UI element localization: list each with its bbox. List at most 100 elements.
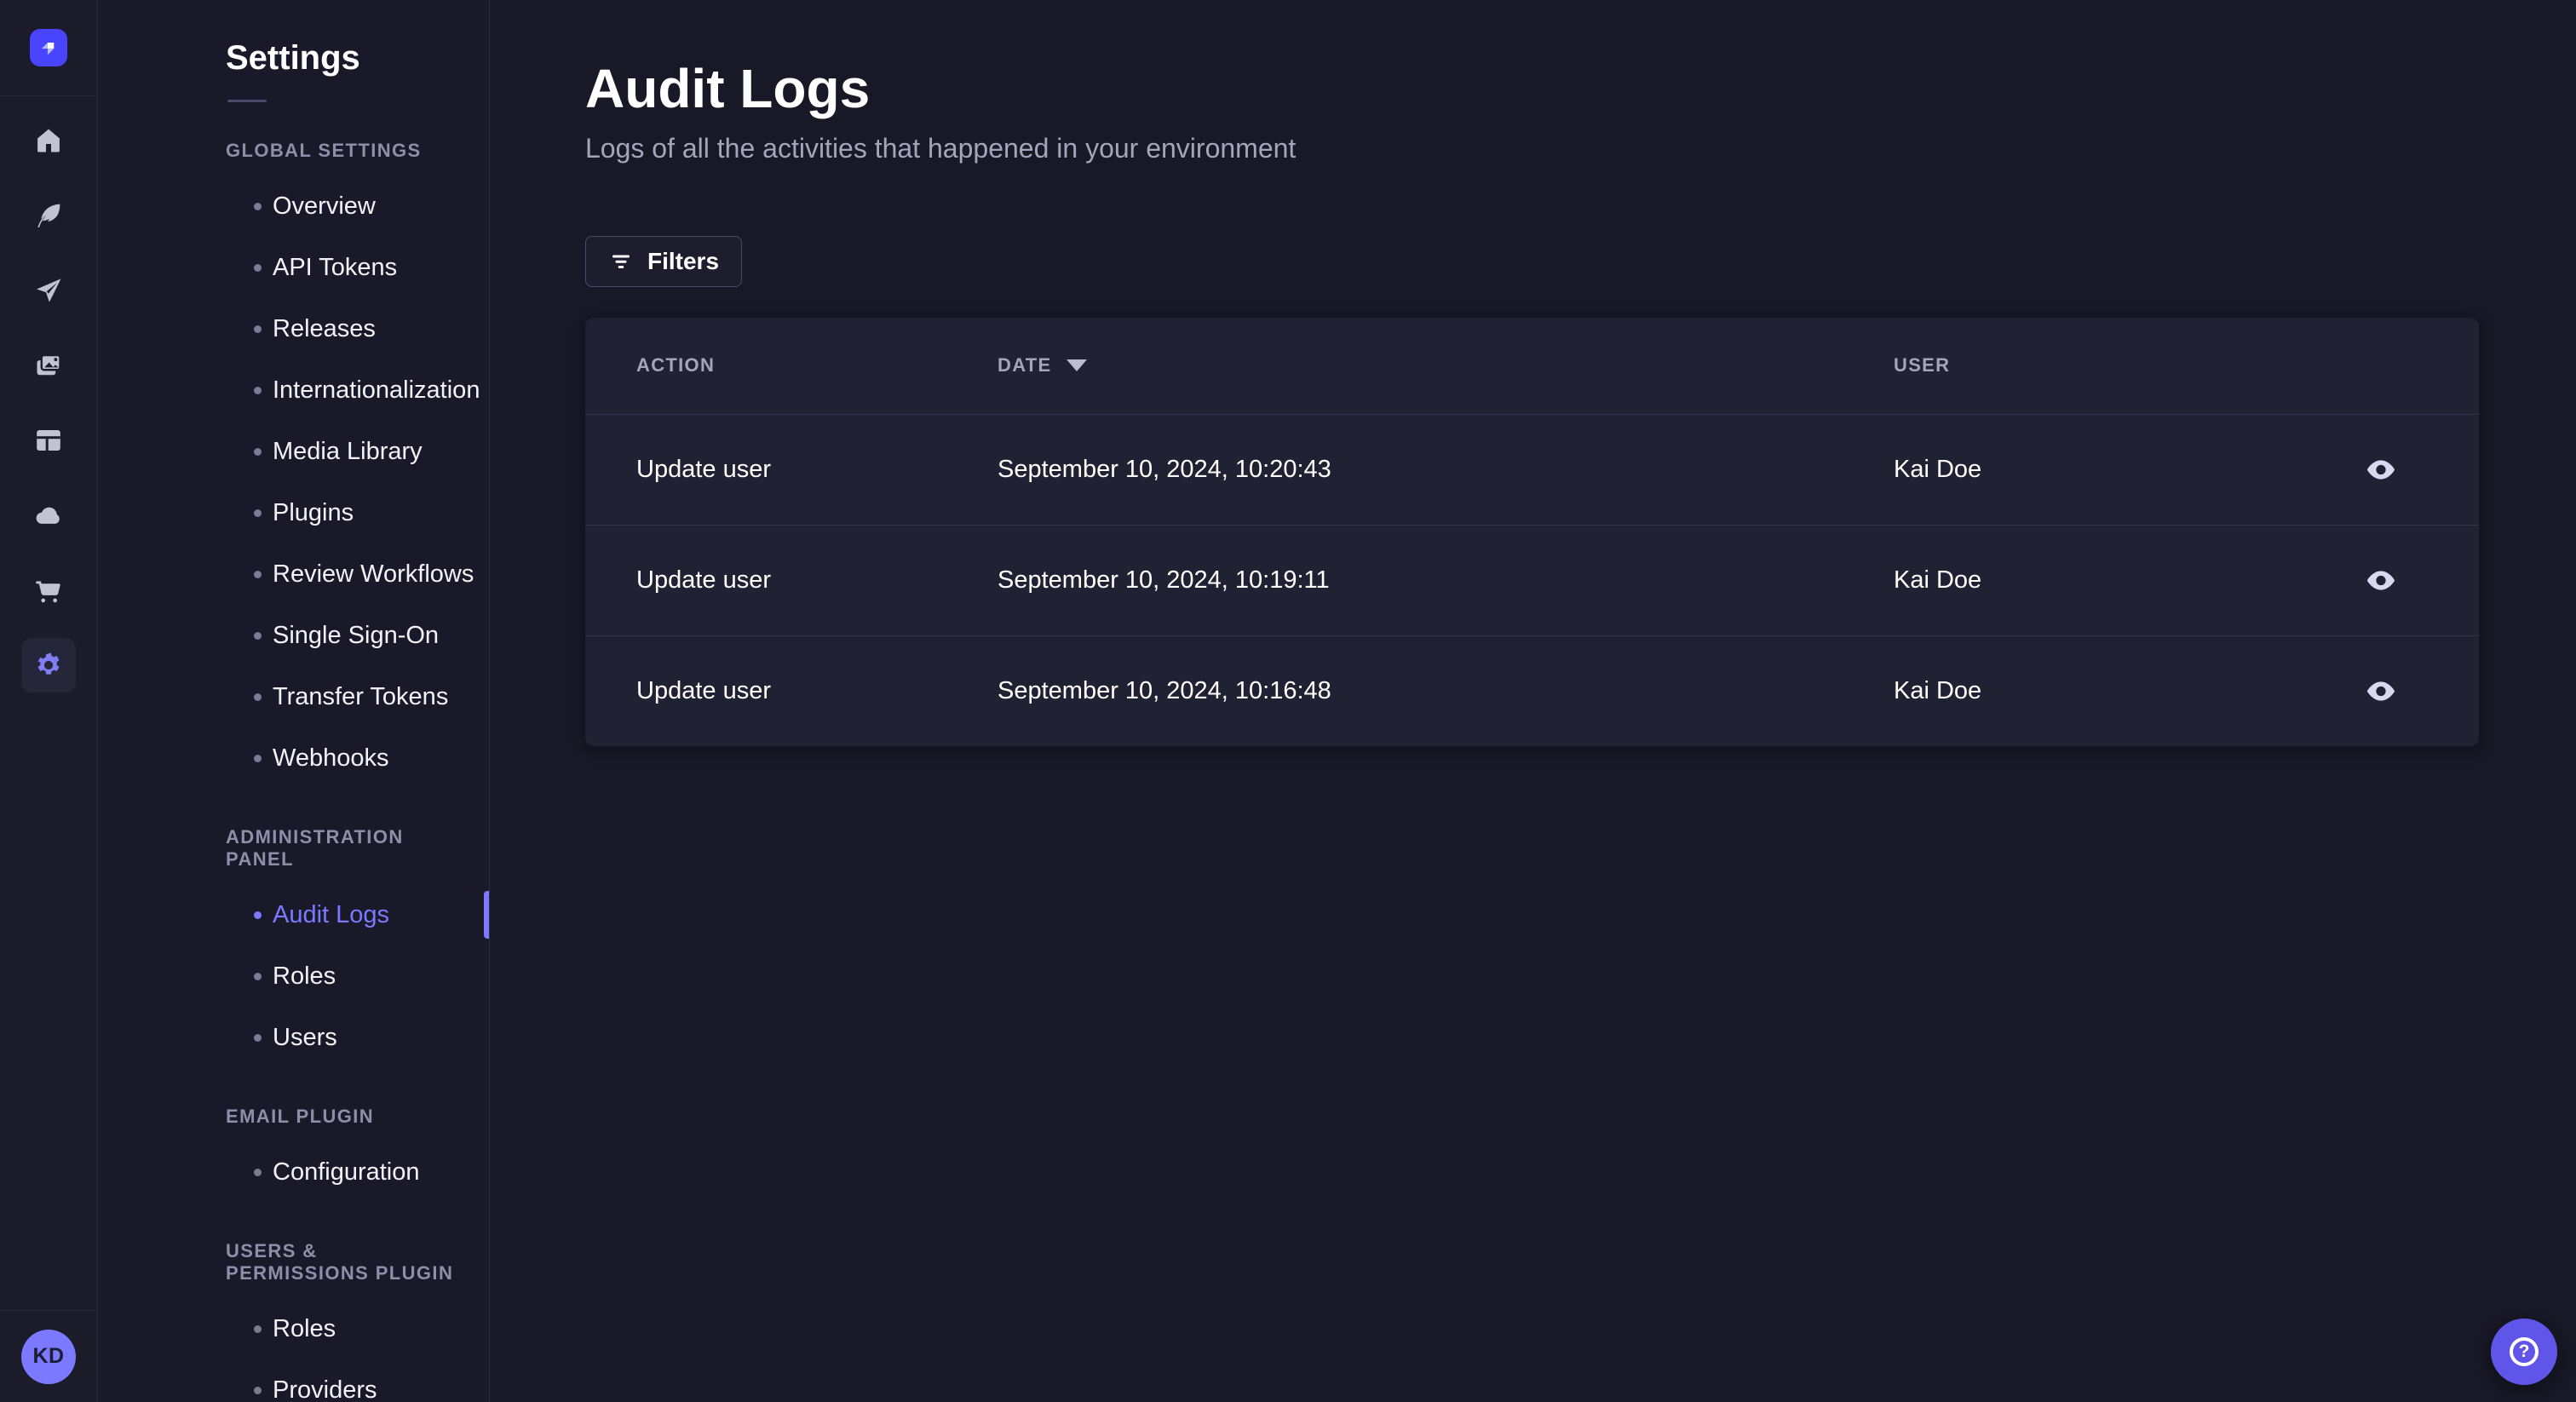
cell-action: Update user	[636, 455, 771, 483]
table-row[interactable]: Update user September 10, 2024, 10:20:43…	[585, 413, 2479, 525]
paper-plane-icon[interactable]	[33, 275, 64, 306]
sidebar-item-review-workflows[interactable]: Review Workflows	[98, 543, 489, 605]
sidebar-item-api-tokens[interactable]: API Tokens	[98, 237, 489, 298]
sidebar-item-audit-logs[interactable]: Audit Logs	[98, 884, 489, 945]
section-label-global-settings: GLOBAL SETTINGS	[226, 140, 422, 161]
sidebar-item-overview[interactable]: Overview	[98, 175, 489, 237]
sidebar-item-label: API Tokens	[273, 253, 398, 281]
sidebar-item-media-library[interactable]: Media Library	[98, 421, 489, 482]
eye-icon	[2366, 681, 2395, 701]
cell-date: September 10, 2024, 10:20:43	[998, 455, 1331, 483]
sidebar-item-label: Plugins	[273, 498, 354, 526]
feather-icon[interactable]	[33, 200, 64, 231]
section-label-users-permissions-plugin: USERS & PERMISSIONS PLUGIN	[226, 1240, 454, 1284]
cell-user: Kai Doe	[1894, 676, 1982, 704]
bullet-icon	[254, 692, 262, 701]
column-header-date-label: DATE	[998, 354, 1052, 376]
sidebar-item-plugins[interactable]: Plugins	[98, 482, 489, 543]
section-users-permissions-plugin: Roles Providers	[98, 1298, 489, 1402]
sidebar-item-label: Internationalization	[273, 376, 480, 404]
settings-sidebar: Settings GLOBAL SETTINGS Overview API To…	[98, 0, 490, 1402]
sidebar-item-transfer-tokens[interactable]: Transfer Tokens	[98, 666, 489, 727]
sidebar-item-releases[interactable]: Releases	[98, 298, 489, 359]
logo-zone	[0, 0, 97, 96]
sidebar-item-label: Transfer Tokens	[273, 682, 449, 710]
bullet-icon	[254, 1168, 262, 1176]
sidebar-item-configuration[interactable]: Configuration	[98, 1141, 489, 1203]
sidebar-item-label: Overview	[273, 192, 376, 220]
avatar-zone: KD	[0, 1310, 97, 1402]
cell-user: Kai Doe	[1894, 566, 1982, 594]
bullet-icon	[254, 1033, 262, 1042]
bullet-icon	[254, 1386, 262, 1394]
audit-logs-table: ACTION DATE USER Update user September 1…	[585, 317, 2479, 746]
column-header-action: ACTION	[636, 354, 716, 376]
sidebar-item-users[interactable]: Users	[98, 1007, 489, 1068]
table-row[interactable]: Update user September 10, 2024, 10:19:11…	[585, 524, 2479, 635]
cell-action: Update user	[636, 566, 771, 594]
view-details-button[interactable]	[2362, 565, 2400, 595]
bullet-icon	[254, 754, 262, 762]
sort-desc-icon	[1067, 359, 1088, 372]
filters-button-label: Filters	[647, 247, 720, 274]
bullet-icon	[254, 911, 262, 919]
rail-icons	[0, 96, 97, 1310]
bullet-icon	[254, 447, 262, 456]
sidebar-item-label: Releases	[273, 314, 376, 342]
filters-button[interactable]: Filters	[585, 235, 743, 287]
gear-icon[interactable]	[21, 638, 76, 692]
bullet-icon	[254, 509, 262, 517]
strapi-logo-icon	[41, 43, 55, 55]
table-header-row: ACTION DATE USER	[585, 318, 2479, 414]
sidebar-item-internationalization[interactable]: Internationalization	[98, 359, 489, 421]
help-button[interactable]: ?	[2491, 1319, 2557, 1385]
sidebar-item-label: Providers	[273, 1376, 377, 1402]
bullet-icon	[254, 263, 262, 272]
main-content: Audit Logs Logs of all the activities th…	[490, 0, 2576, 1402]
avatar[interactable]: KD	[21, 1329, 76, 1384]
view-details-button[interactable]	[2362, 675, 2400, 706]
sidebar-title: Settings	[226, 39, 360, 77]
sidebar-item-label: Users	[273, 1023, 337, 1051]
sidebar-item-label: Media Library	[273, 437, 423, 465]
sidebar-item-webhooks[interactable]: Webhooks	[98, 727, 489, 789]
view-details-button[interactable]	[2362, 454, 2400, 485]
sidebar-item-label: Roles	[273, 962, 336, 990]
section-email-plugin: Configuration	[98, 1141, 489, 1203]
sidebar-item-roles-admin[interactable]: Roles	[98, 945, 489, 1007]
cell-date: September 10, 2024, 10:16:48	[998, 676, 1331, 704]
bullet-icon	[254, 972, 262, 980]
eye-icon	[2366, 459, 2395, 480]
bullet-icon	[254, 631, 262, 640]
filter-icon	[612, 255, 630, 268]
section-global-settings: Overview API Tokens Releases Internation…	[98, 175, 489, 789]
cell-date: September 10, 2024, 10:19:11	[998, 566, 1330, 594]
sidebar-item-roles-up[interactable]: Roles	[98, 1298, 489, 1359]
column-header-date[interactable]: DATE	[998, 354, 1894, 376]
cart-icon[interactable]	[33, 575, 64, 606]
sidebar-item-single-sign-on[interactable]: Single Sign-On	[98, 605, 489, 666]
bullet-icon	[254, 325, 262, 333]
sidebar-item-label: Audit Logs	[273, 900, 390, 928]
question-mark-icon: ?	[2510, 1337, 2539, 1366]
table-row[interactable]: Update user September 10, 2024, 10:16:48…	[585, 635, 2479, 746]
section-label-administration-panel: ADMINISTRATION PANEL	[226, 826, 404, 870]
main-nav-rail: KD	[0, 0, 98, 1402]
sidebar-item-providers[interactable]: Providers	[98, 1359, 489, 1402]
sidebar-item-label: Webhooks	[273, 744, 389, 772]
layout-icon[interactable]	[33, 425, 64, 456]
home-icon[interactable]	[33, 125, 64, 156]
page-subtitle: Logs of all the activities that happened…	[585, 132, 1297, 164]
sidebar-item-label: Configuration	[273, 1158, 420, 1186]
cell-user: Kai Doe	[1894, 455, 1982, 483]
bullet-icon	[254, 202, 262, 210]
section-administration-panel: Audit Logs Roles Users	[98, 884, 489, 1068]
eye-icon	[2366, 570, 2395, 590]
media-library-icon[interactable]	[33, 350, 64, 381]
sidebar-item-label: Review Workflows	[273, 560, 474, 588]
bullet-icon	[254, 386, 262, 394]
strapi-logo[interactable]	[30, 29, 67, 66]
cloud-icon[interactable]	[33, 500, 64, 531]
sidebar-item-label: Roles	[273, 1314, 336, 1342]
bullet-icon	[254, 1324, 262, 1333]
